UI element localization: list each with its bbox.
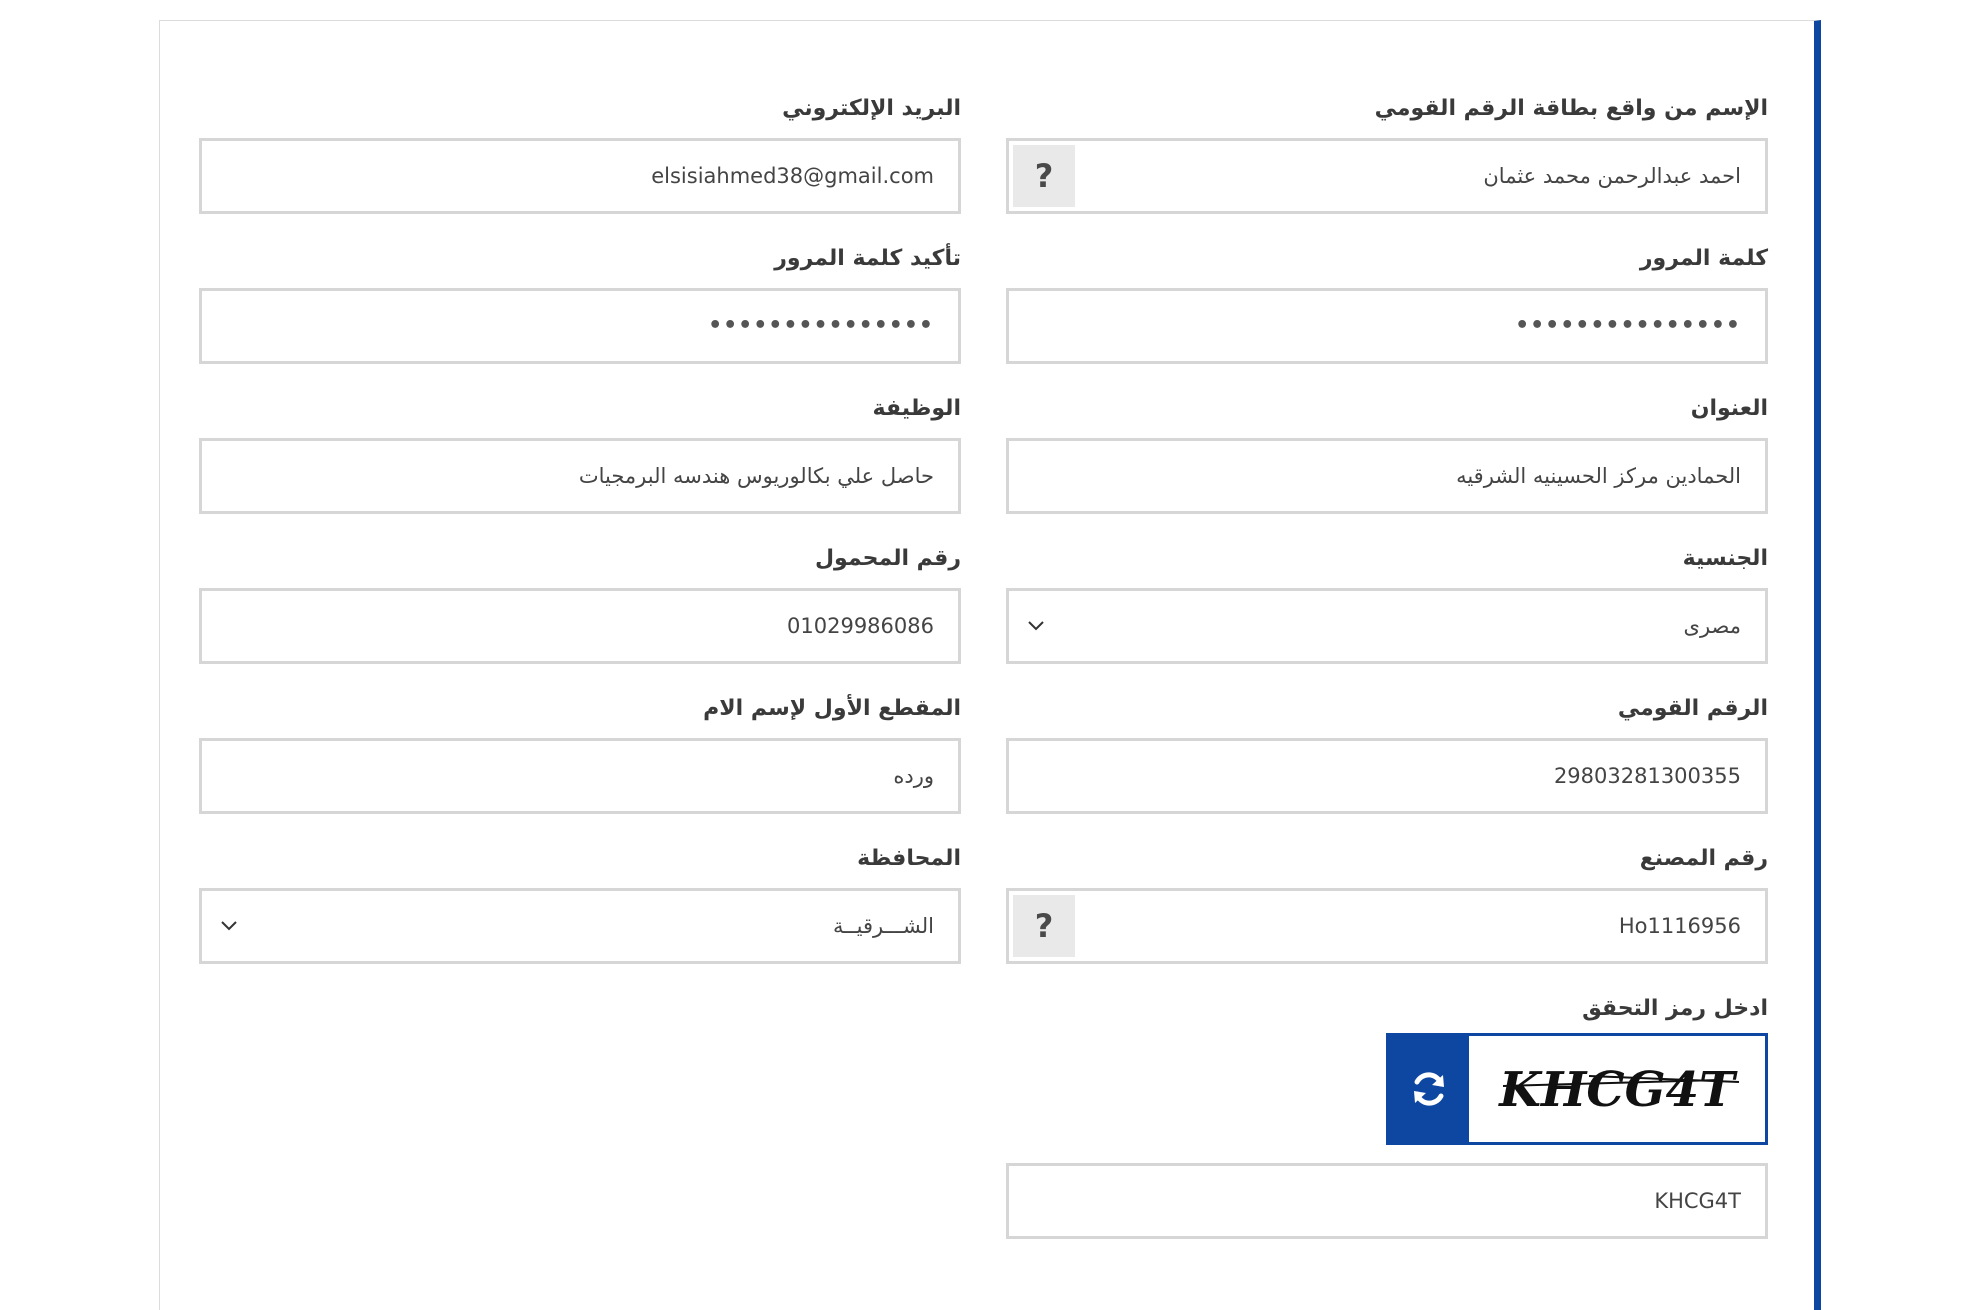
factory-number-field[interactable]: Ho1116956 ? xyxy=(1006,888,1768,964)
governorate-select[interactable]: الشـــرقيــة xyxy=(199,888,961,964)
captcha-label: ادخل رمز التحقق xyxy=(1582,996,1768,1021)
captcha-image: KHCG4T xyxy=(1469,1036,1765,1142)
nationality-label: الجنسية xyxy=(1682,546,1768,571)
password-label: كلمة المرور xyxy=(1639,246,1768,271)
address-value: الحمادين مركز الحسينيه الشرقيه xyxy=(1456,464,1741,488)
captcha-widget: KHCG4T xyxy=(1386,1033,1768,1145)
confirm-password-value: ••••••••••••••• xyxy=(708,313,934,338)
national-id-field[interactable]: 29803281300355 xyxy=(1006,738,1768,814)
governorate-label: المحافظة xyxy=(857,846,961,871)
email-label: البريد الإلكتروني xyxy=(782,96,961,121)
full-name-field[interactable]: احمد عبدالرحمن محمد عثمان ? xyxy=(1006,138,1768,214)
password-value: ••••••••••••••• xyxy=(1515,313,1741,338)
captcha-input-value: KHCG4T xyxy=(1654,1189,1741,1213)
password-field[interactable]: ••••••••••••••• xyxy=(1006,288,1768,364)
full-name-label: الإسم من واقع بطاقة الرقم القومي xyxy=(1374,96,1768,121)
job-field[interactable]: حاصل علي بكالوريوس هندسه البرمجيات xyxy=(199,438,961,514)
captcha-refresh-button[interactable] xyxy=(1389,1036,1469,1142)
refresh-icon xyxy=(1414,1072,1444,1106)
mobile-label: رقم المحمول xyxy=(814,546,961,571)
registration-form-panel: الإسم من واقع بطاقة الرقم القومي احمد عب… xyxy=(159,20,1821,1310)
factory-number-label: رقم المصنع xyxy=(1639,846,1768,871)
email-field[interactable]: elsisiahmed38@gmail.com xyxy=(199,138,961,214)
chevron-down-icon xyxy=(221,921,237,931)
address-field[interactable]: الحمادين مركز الحسينيه الشرقيه xyxy=(1006,438,1768,514)
mobile-field[interactable]: 01029986086 xyxy=(199,588,961,664)
governorate-value: الشـــرقيــة xyxy=(833,914,934,938)
mobile-value: 01029986086 xyxy=(787,614,934,638)
mother-name-value: ورده xyxy=(893,764,934,788)
address-label: العنوان xyxy=(1690,396,1768,421)
mother-name-field[interactable]: ورده xyxy=(199,738,961,814)
email-value: elsisiahmed38@gmail.com xyxy=(651,164,934,188)
factory-number-value: Ho1116956 xyxy=(1618,914,1741,938)
confirm-password-field[interactable]: ••••••••••••••• xyxy=(199,288,961,364)
captcha-text: KHCG4T xyxy=(1497,1062,1738,1118)
job-value: حاصل علي بكالوريوس هندسه البرمجيات xyxy=(578,464,934,488)
nationality-select[interactable]: مصرى xyxy=(1006,588,1768,664)
full-name-help-button[interactable]: ? xyxy=(1013,145,1075,207)
captcha-input[interactable]: KHCG4T xyxy=(1006,1163,1768,1239)
nationality-value: مصرى xyxy=(1683,614,1741,638)
factory-number-help-button[interactable]: ? xyxy=(1013,895,1075,957)
mother-name-label: المقطع الأول لإسم الام xyxy=(703,696,961,721)
job-label: الوظيفة xyxy=(872,396,961,421)
national-id-label: الرقم القومي xyxy=(1617,696,1768,721)
confirm-password-label: تأكيد كلمة المرور xyxy=(774,246,961,271)
full-name-value: احمد عبدالرحمن محمد عثمان xyxy=(1483,164,1741,188)
national-id-value: 29803281300355 xyxy=(1553,764,1741,788)
chevron-down-icon xyxy=(1028,621,1044,631)
